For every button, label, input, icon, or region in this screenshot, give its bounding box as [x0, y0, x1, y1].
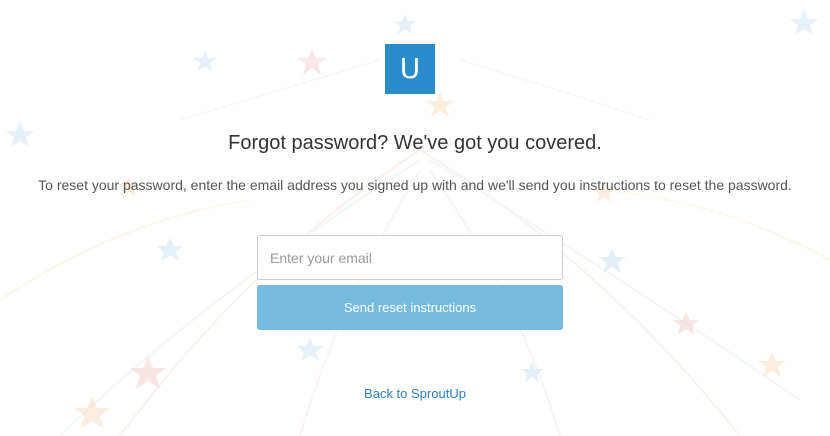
star-decoration — [394, 14, 416, 34]
logo-letter: U — [399, 52, 421, 85]
reset-instructions-text: To reset your password, enter the email … — [38, 177, 792, 193]
star-decoration — [297, 48, 327, 75]
star-decoration — [193, 50, 217, 71]
star-decoration — [521, 362, 543, 382]
back-link-container: Back to SproutUp — [0, 386, 830, 401]
star-decoration — [426, 92, 454, 117]
star-decoration — [673, 312, 699, 335]
forgot-password-page: U Forgot password? We've got you covered… — [0, 0, 830, 436]
star-decoration — [790, 10, 818, 35]
page-title: Forgot password? We've got you covered. — [228, 132, 602, 154]
back-to-sproutup-link[interactable]: Back to SproutUp — [364, 386, 466, 401]
star-decoration — [157, 238, 183, 261]
star-decoration — [297, 338, 323, 361]
app-logo: U — [385, 44, 435, 94]
email-input[interactable] — [257, 235, 563, 280]
send-reset-instructions-button[interactable]: Send reset instructions — [257, 285, 563, 330]
